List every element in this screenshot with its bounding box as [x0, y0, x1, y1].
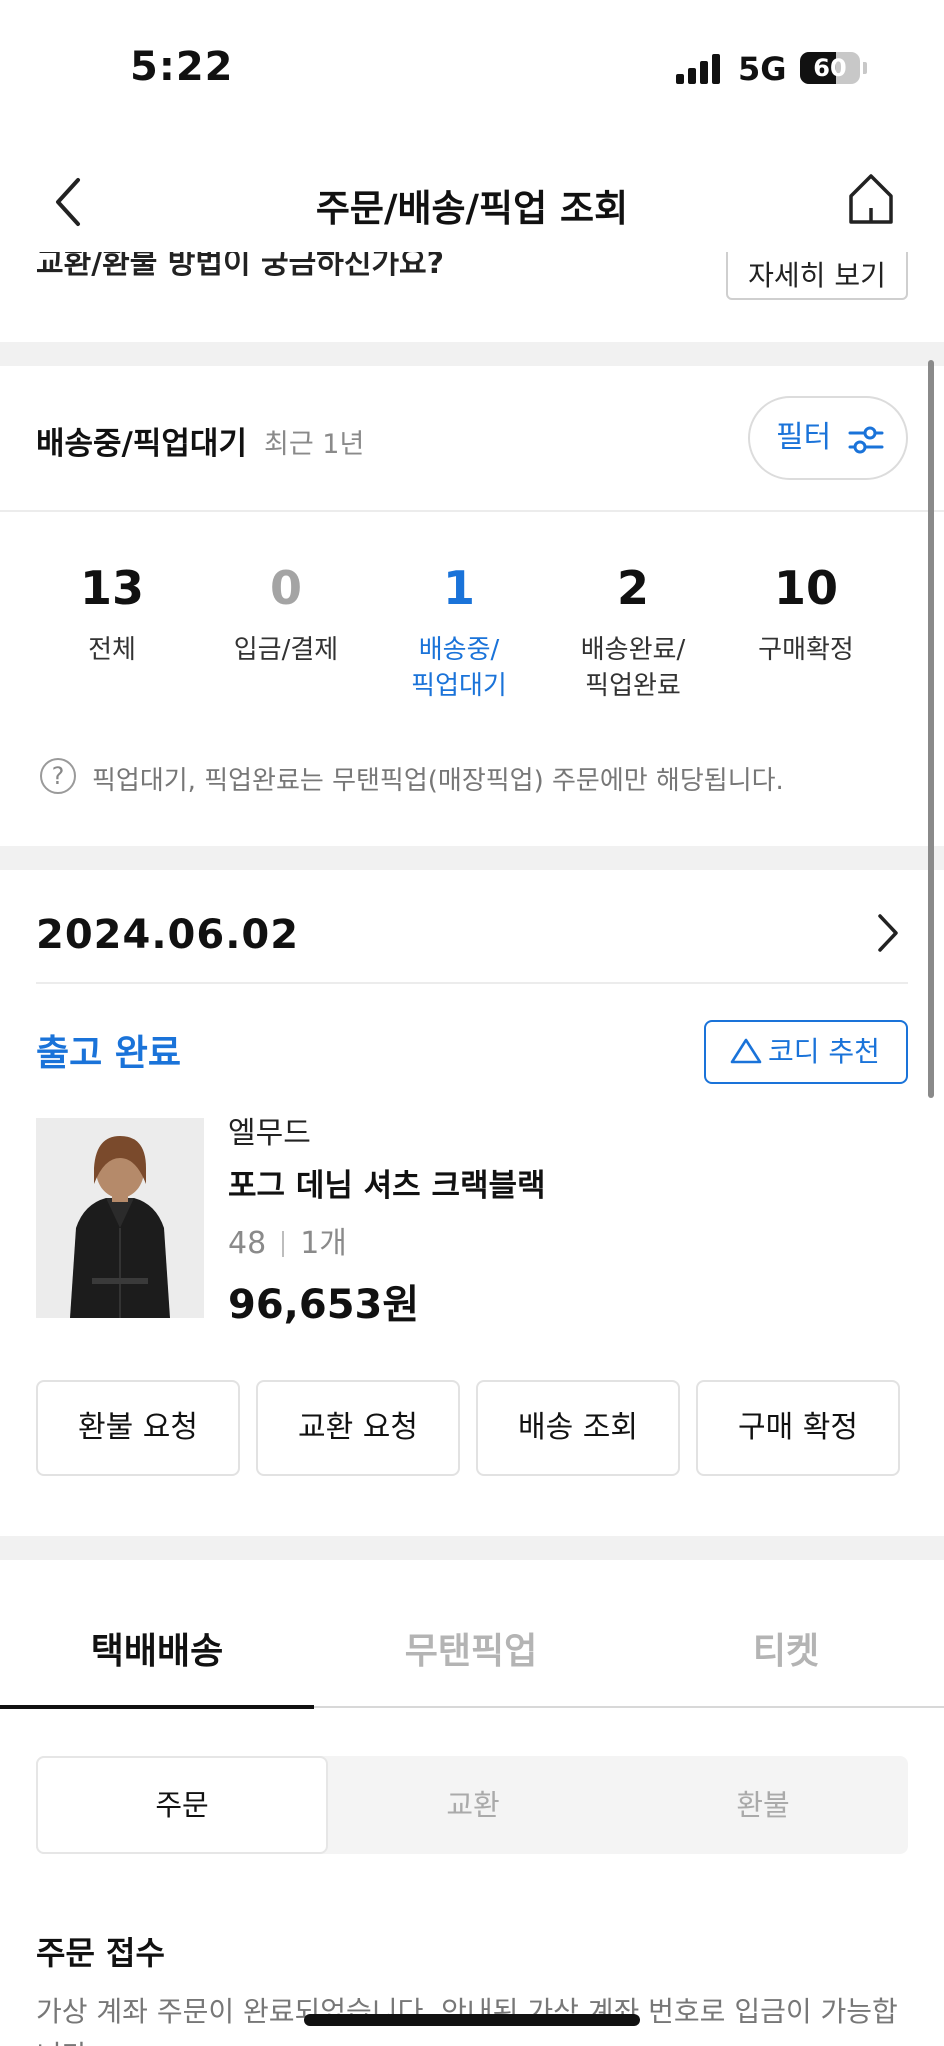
count-label: 구매확정 — [758, 635, 854, 665]
codi-recommend-button[interactable]: 코디 추천 — [704, 1020, 908, 1084]
count-value: 1 — [442, 561, 475, 615]
segment-refund[interactable]: 환불 — [618, 1756, 908, 1854]
count-payment[interactable]: 0 입금/결제 — [201, 556, 371, 668]
product-size: 48 — [228, 1226, 267, 1261]
count-shipping[interactable]: 1 배송중/ 픽업대기 — [374, 556, 544, 704]
battery-percent: 60 — [813, 54, 847, 82]
count-label: 전체 — [88, 635, 136, 665]
count-all[interactable]: 13 전체 — [27, 556, 197, 668]
count-value: 0 — [269, 561, 302, 615]
network-label: 5G — [738, 50, 787, 88]
track-shipping-button[interactable]: 배송 조회 — [476, 1380, 680, 1476]
product-image[interactable] — [36, 1118, 204, 1318]
active-tab-indicator — [0, 1705, 314, 1709]
filter-label: 필터 — [776, 420, 832, 455]
filter-button[interactable]: 필터 — [748, 396, 908, 480]
signal-icon — [676, 54, 724, 84]
delivery-type-tabs: 택배배송 무탠픽업 티켓 — [0, 1596, 944, 1708]
home-indicator — [304, 2014, 640, 2026]
confirm-purchase-button[interactable]: 구매 확정 — [696, 1380, 900, 1476]
order-counts: 13 전체 0 입금/결제 1 배송중/ 픽업대기 2 배송완료/ 픽업완료 1… — [0, 556, 944, 716]
info-title: 주문 접수 — [36, 1934, 165, 1972]
segment-order[interactable]: 주문 — [36, 1756, 328, 1854]
refund-request-button[interactable]: 환불 요청 — [36, 1380, 240, 1476]
order-type-segment: 주문 교환 환불 — [36, 1756, 908, 1854]
order-detail-link[interactable] — [872, 910, 902, 956]
pickup-note: ? 픽업대기, 픽업완료는 무탠픽업(매장픽업) 주문에만 해당됩니다. — [40, 756, 920, 796]
top-header: 주문/배송/픽업 조회 — [0, 150, 944, 260]
summary-period: 최근 1년 — [264, 429, 365, 460]
question-icon[interactable]: ? — [40, 758, 76, 794]
detail-button[interactable]: 자세히 보기 — [726, 252, 908, 300]
note-text: 픽업대기, 픽업완료는 무탠픽업(매장픽업) 주문에만 해당됩니다. — [92, 766, 784, 796]
summary-title: 배송중/픽업대기 — [36, 426, 247, 462]
product-quantity: 1개 — [300, 1226, 347, 1261]
order-status: 출고 완료 — [36, 1033, 182, 1074]
home-button[interactable] — [846, 170, 896, 226]
tab-pickup[interactable]: 무탠픽업 — [314, 1596, 628, 1708]
count-delivered[interactable]: 2 배송완료/ 픽업완료 — [548, 556, 718, 704]
order-actions: 환불 요청 교환 요청 배송 조회 구매 확정 — [36, 1380, 908, 1476]
banner-text: 교환/환불 방법이 궁금하신가요? — [36, 252, 445, 281]
count-label: 입금/결제 — [233, 635, 339, 665]
count-label: 배송완료/ 픽업완료 — [580, 635, 686, 701]
summary-header: 배송중/픽업대기 최근 1년 필터 — [0, 366, 944, 512]
product-name[interactable]: 포그 데님 셔츠 크랙블랙 — [228, 1160, 546, 1205]
sliders-icon — [848, 426, 884, 454]
exchange-request-button[interactable]: 교환 요청 — [256, 1380, 460, 1476]
status-time: 5:22 — [130, 44, 234, 90]
tab-parcel[interactable]: 택배배송 — [0, 1596, 314, 1708]
count-value: 10 — [773, 561, 838, 615]
status-bar: 5:22 5G 60 — [0, 0, 944, 140]
tab-ticket[interactable]: 티켓 — [628, 1596, 944, 1708]
chevron-right-icon — [878, 914, 898, 952]
count-confirmed[interactable]: 10 구매확정 — [721, 556, 891, 668]
segment-exchange[interactable]: 교환 — [328, 1756, 618, 1854]
section-divider — [0, 342, 944, 366]
product-photo — [36, 1118, 204, 1318]
count-label: 배송중/ 픽업대기 — [411, 635, 507, 701]
order-date[interactable]: 2024.06.02 — [36, 912, 299, 958]
codi-label: 코디 추천 — [768, 1035, 880, 1068]
product-price: 96,653원 — [228, 1282, 420, 1328]
count-value: 2 — [616, 561, 649, 615]
battery-icon: 60 — [800, 52, 860, 84]
product-options: 48 1개 — [228, 1218, 347, 1262]
section-divider — [0, 1536, 944, 1560]
separator — [282, 1231, 285, 1257]
hanger-icon — [730, 1038, 762, 1064]
page-title: 주문/배송/픽업 조회 — [315, 187, 629, 230]
scrollbar[interactable] — [928, 360, 934, 1098]
home-icon — [849, 174, 893, 224]
product-brand[interactable]: 엘무드 — [228, 1108, 311, 1152]
divider — [36, 982, 908, 984]
exchange-refund-banner: 교환/환불 방법이 궁금하신가요? 자세히 보기 — [0, 252, 944, 342]
count-value: 13 — [79, 561, 144, 615]
section-divider — [0, 846, 944, 870]
battery-cap — [863, 62, 867, 74]
